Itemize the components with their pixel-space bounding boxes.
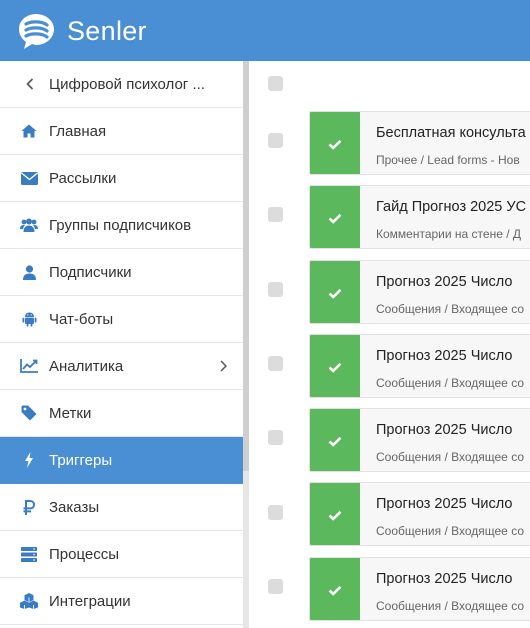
row-checkbox[interactable] [268,430,283,445]
trigger-status-toggle[interactable] [310,483,360,545]
trigger-subtitle: Сообщения / Входящее со [376,524,525,538]
check-icon [328,362,342,373]
sidebar-item-tags[interactable]: Метки [0,390,243,437]
bolt-icon [20,451,38,469]
row-checkbox[interactable] [268,505,283,520]
home-icon [20,122,38,140]
top-bar: Senler [0,0,530,61]
sidebar-item-subscriber-groups[interactable]: Группы подписчиков [0,202,243,249]
trigger-subtitle: Комментарии на стене / Д [376,227,522,241]
row-checkbox[interactable] [268,207,283,222]
android-icon [20,310,38,328]
trigger-card[interactable]: Прогноз 2025 Число Сообщения / Входящее … [309,408,530,472]
sidebar-item-home[interactable]: Главная [0,108,243,155]
tag-icon [20,404,38,422]
sidebar-item-triggers[interactable]: Триггеры [0,437,243,484]
sidebar-back-label: Цифровой психолог ... [49,75,205,93]
trigger-status-toggle[interactable] [310,558,360,620]
sidebar-item-chatbots[interactable]: Чат-боты [0,296,243,343]
sidebar-item-label: Главная [49,122,107,140]
triggers-list: Бесплатная консульта Прочее / Lead forms… [249,61,530,628]
chevron-right-icon [220,359,228,376]
trigger-status-toggle[interactable] [310,186,360,248]
trigger-title[interactable]: Прогноз 2025 Число [376,422,512,438]
line-chart-icon [20,357,38,375]
trigger-title[interactable]: Бесплатная консульта [376,125,526,141]
sidebar-item-label: Интеграции [49,592,131,610]
cubes-icon [20,592,38,610]
sidebar-item-label: Аналитика [49,357,124,375]
senler-logo-icon [19,14,54,49]
check-icon [328,510,342,521]
trigger-card[interactable]: Бесплатная консульта Прочее / Lead forms… [309,111,530,175]
check-icon [328,213,342,224]
trigger-card[interactable]: Прогноз 2025 Число Сообщения / Входящее … [309,482,530,546]
users-icon [20,216,38,234]
check-icon [328,436,342,447]
trigger-subtitle: Сообщения / Входящее со [376,302,525,316]
sidebar: Цифровой психолог ... Главная Рассылки Г… [0,61,243,628]
sidebar-item-label: Процессы [49,545,120,563]
trigger-subtitle: Сообщения / Входящее со [376,376,525,390]
sidebar-item-subscribers[interactable]: Подписчики [0,249,243,296]
check-icon [328,139,342,150]
trigger-title[interactable]: Прогноз 2025 Число [376,496,512,512]
sidebar-item-label: Группы подписчиков [49,216,192,234]
server-icon [20,545,38,563]
senler-logo[interactable]: Senler [16,11,147,51]
trigger-card[interactable]: Прогноз 2025 Число Сообщения / Входящее … [309,334,530,398]
select-all-checkbox[interactable] [268,76,283,91]
app-name: Senler [67,15,147,46]
trigger-title[interactable]: Прогноз 2025 Число [376,348,512,364]
sidebar-item-label: Триггеры [49,451,113,469]
trigger-card[interactable]: Гайд Прогноз 2025 УС Комментарии на стен… [309,185,530,249]
check-icon [328,585,342,596]
sidebar-item-label: Заказы [49,498,100,516]
trigger-subtitle: Сообщения / Входящее со [376,599,525,613]
trigger-status-toggle[interactable] [310,261,360,323]
check-icon [328,288,342,299]
sidebar-item-orders[interactable]: Заказы [0,484,243,531]
sidebar-item-label: Метки [49,404,92,422]
row-checkbox[interactable] [268,133,283,148]
sidebar-item-integrations[interactable]: Интеграции [0,578,243,625]
user-icon [20,263,38,281]
trigger-status-toggle[interactable] [310,112,360,174]
sidebar-item-label: Рассылки [49,169,117,187]
row-checkbox[interactable] [268,282,283,297]
trigger-title[interactable]: Прогноз 2025 Число [376,571,512,587]
sidebar-item-analytics[interactable]: Аналитика [0,343,243,390]
trigger-subtitle: Сообщения / Входящее со [376,450,525,464]
row-checkbox[interactable] [268,356,283,371]
trigger-status-toggle[interactable] [310,335,360,397]
envelope-icon [20,169,38,187]
sidebar-item-label: Чат-боты [49,310,114,328]
trigger-status-toggle[interactable] [310,409,360,471]
chevron-left-icon [25,75,35,93]
trigger-title[interactable]: Прогноз 2025 Число [376,274,512,290]
sidebar-back-link[interactable]: Цифровой психолог ... [0,61,243,108]
row-checkbox[interactable] [268,579,283,594]
sidebar-item-label: Подписчики [49,263,132,281]
trigger-card[interactable]: Прогноз 2025 Число Сообщения / Входящее … [309,260,530,324]
sidebar-item-processes[interactable]: Процессы [0,531,243,578]
ruble-icon [20,498,38,516]
sidebar-item-mailings[interactable]: Рассылки [0,155,243,202]
trigger-title[interactable]: Гайд Прогноз 2025 УС [376,199,526,215]
trigger-subtitle: Прочее / Lead forms - Нов [376,153,520,167]
trigger-card[interactable]: Прогноз 2025 Число Сообщения / Входящее … [309,557,530,621]
